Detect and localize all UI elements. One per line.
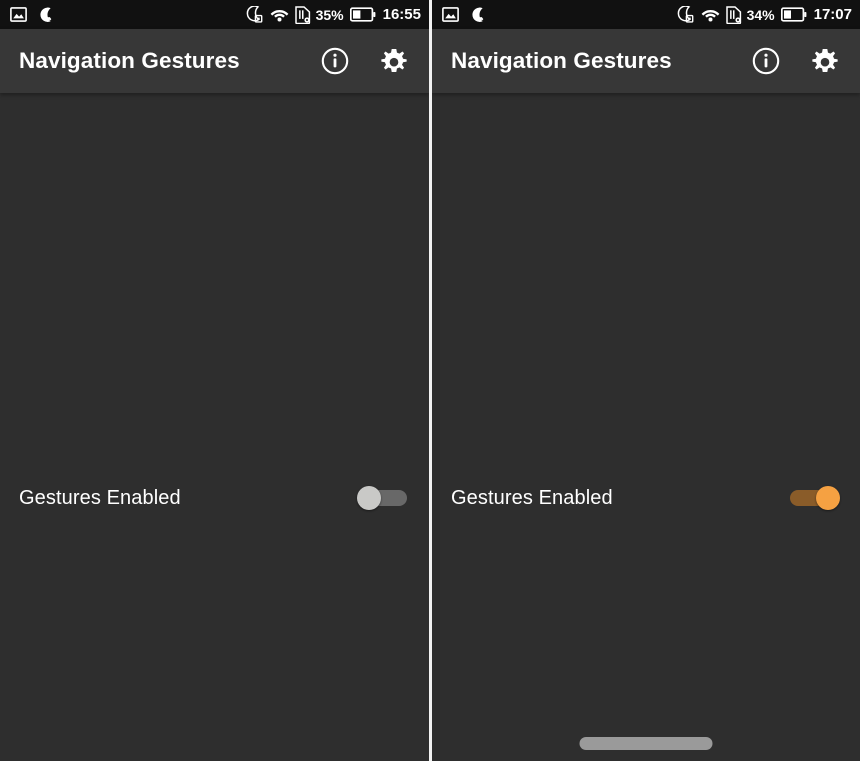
status-bar-right-icons: 35% 16:55 [246, 5, 421, 24]
app-bar-left: Navigation Gestures [0, 29, 429, 93]
gear-icon[interactable] [379, 46, 409, 76]
gestures-enabled-toggle[interactable] [357, 483, 409, 513]
phone-screenshot-right: 34% 17:07 Navigation Gestures Gestures E… [432, 0, 860, 761]
battery-percent-label: 35% [315, 6, 344, 23]
wifi-icon [701, 7, 720, 22]
status-bar-right-icons: 34% 17:07 [677, 5, 852, 24]
missed-call-moon-icon [38, 7, 55, 23]
status-bar-right: 34% 17:07 [432, 0, 860, 29]
phone-screenshot-left: 35% 16:55 Navigation Gestures Gestures E… [0, 0, 429, 761]
status-bar-left-icons [10, 7, 55, 23]
screenshot-root: 35% 16:55 Navigation Gestures Gestures E… [0, 0, 860, 761]
preference-label: Gestures Enabled [451, 486, 613, 509]
gestures-enabled-toggle[interactable] [788, 483, 840, 513]
status-bar-left-icons [442, 7, 487, 23]
battery-icon [780, 7, 807, 22]
wifi-icon [270, 7, 289, 22]
status-bar-clock: 17:07 [813, 6, 852, 23]
page-title: Navigation Gestures [451, 48, 672, 73]
info-icon[interactable] [751, 46, 781, 76]
app-bar-actions [751, 46, 840, 76]
preference-row-gestures-enabled[interactable]: Gestures Enabled [432, 466, 860, 530]
photo-icon [442, 7, 459, 22]
photo-icon [10, 7, 27, 22]
status-bar-clock: 16:55 [382, 6, 421, 23]
info-icon[interactable] [320, 46, 350, 76]
preference-label: Gestures Enabled [19, 486, 181, 509]
battery-icon [349, 7, 376, 22]
battery-percent-label: 34% [746, 6, 775, 23]
content-area-right: Gestures Enabled [432, 93, 860, 761]
status-bar-left: 35% 16:55 [0, 0, 429, 29]
app-bar-actions [320, 46, 409, 76]
missed-call-moon-icon [470, 7, 487, 23]
do-not-disturb-moon-icon [246, 6, 264, 23]
toggle-thumb [816, 486, 840, 510]
do-not-disturb-moon-icon [677, 6, 695, 23]
page-title: Navigation Gestures [19, 48, 240, 73]
app-bar-right: Navigation Gestures [432, 29, 860, 93]
content-area-left: Gestures Enabled [0, 93, 429, 761]
gear-icon[interactable] [810, 46, 840, 76]
toggle-thumb [357, 486, 381, 510]
preference-row-gestures-enabled[interactable]: Gestures Enabled [0, 466, 429, 530]
sim-card-icon [294, 5, 311, 24]
sim-card-icon [725, 5, 742, 24]
gesture-handle-pill[interactable] [579, 737, 713, 750]
